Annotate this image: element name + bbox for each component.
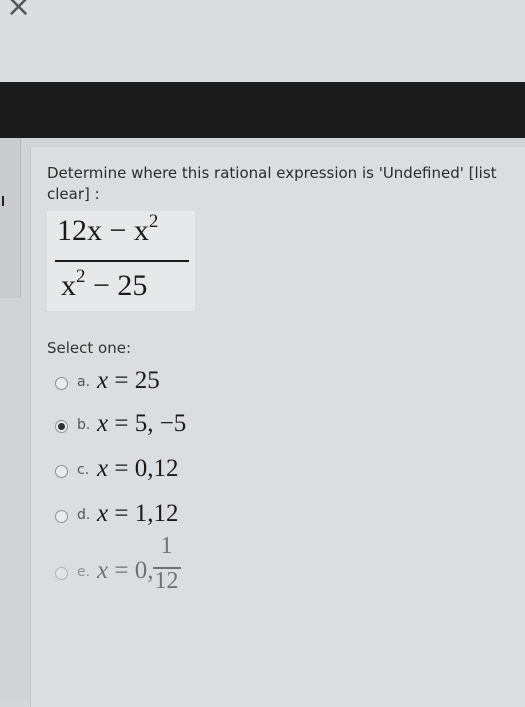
- radio-button-c[interactable]: [55, 465, 68, 478]
- option-answer: x = 25: [97, 367, 160, 394]
- question-box: Determine where this rational expression…: [30, 147, 525, 707]
- option-c[interactable]: c. x = 0,12: [55, 455, 355, 491]
- question-info-sidebar: [0, 138, 21, 298]
- rational-expression: 12x − x2 x2 − 25: [47, 211, 195, 311]
- option-e[interactable]: e. x = 0, 1 12: [55, 533, 355, 594]
- option-a[interactable]: a. x = 25: [55, 367, 355, 403]
- question-text: Determine where this rational expression…: [47, 164, 497, 203]
- option-d[interactable]: d. x = 1,12: [55, 500, 355, 536]
- radio-button-b[interactable]: [55, 420, 68, 433]
- option-fraction: 1 12: [153, 533, 183, 594]
- option-answer: x = 0, 1 12: [97, 533, 183, 594]
- radio-button-d[interactable]: [55, 510, 68, 523]
- expression-numerator: 12x − x2: [57, 211, 159, 247]
- radio-button-e[interactable]: [55, 567, 68, 580]
- option-answer: x = 5, −5: [97, 410, 187, 437]
- option-letter: a.: [77, 374, 91, 390]
- option-letter: b.: [77, 417, 91, 433]
- fraction-bar: [55, 260, 189, 262]
- option-b[interactable]: b. x = 5, −5: [55, 410, 355, 446]
- header-band: [0, 82, 525, 138]
- radio-button-a[interactable]: [55, 377, 68, 390]
- top-toolbar: ×: [0, 0, 525, 82]
- close-icon[interactable]: ×: [6, 0, 31, 22]
- sidebar-marker: [2, 196, 4, 206]
- option-answer: x = 1,12: [97, 500, 179, 527]
- option-letter: c.: [77, 462, 90, 478]
- option-letter: e.: [77, 564, 91, 580]
- option-letter: d.: [77, 507, 91, 523]
- select-one-label: Select one:: [47, 339, 132, 357]
- expression-denominator: x2 − 25: [61, 266, 148, 302]
- option-answer: x = 0,12: [97, 455, 179, 482]
